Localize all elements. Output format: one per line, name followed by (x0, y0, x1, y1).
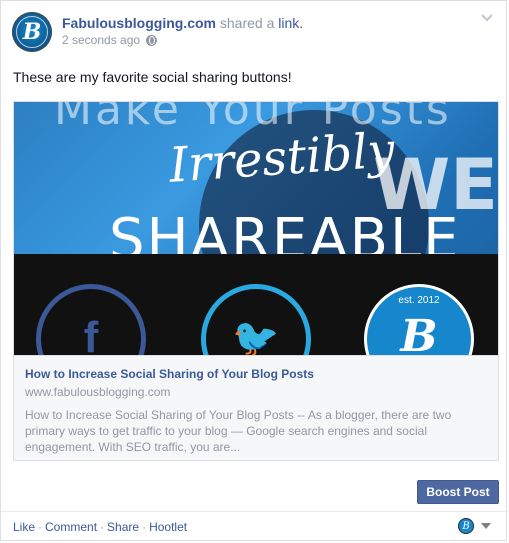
caret-down-icon[interactable] (481, 523, 491, 529)
boost-post-button[interactable]: Boost Post (417, 480, 499, 504)
share-link[interactable]: Share (107, 520, 139, 534)
post-card: B Fabulousblogging.com shared a link. 2 … (0, 0, 508, 541)
shared-link[interactable]: link. (278, 15, 303, 31)
avatar-logo-letter: B (22, 19, 42, 45)
comment-link[interactable]: Comment (45, 520, 97, 534)
post-meta: 2 seconds ago (62, 33, 158, 47)
like-link[interactable]: Like (13, 520, 35, 534)
preview-body[interactable]: How to Increase Social Sharing of Your B… (14, 355, 498, 460)
globe-icon[interactable] (146, 34, 158, 46)
preview-title[interactable]: How to Increase Social Sharing of Your B… (25, 367, 314, 381)
shared-text: shared a (219, 15, 275, 31)
preview-image[interactable]: Make Your Posts WE Irrestibly SHAREABLE … (14, 102, 498, 355)
post-header: Fabulousblogging.com shared a link. (62, 15, 303, 31)
timestamp-link[interactable]: 2 seconds ago (62, 33, 140, 47)
preview-description: How to Increase Social Sharing of Your B… (25, 408, 452, 454)
fabulousblogging-logo-icon: est. 2012 B (364, 284, 474, 355)
post-actions: Like · Comment · Share · Hootlet (13, 520, 188, 534)
hootlet-link[interactable]: Hootlet (149, 520, 187, 534)
divider (1, 511, 508, 512)
author-name-link[interactable]: Fabulousblogging.com (62, 15, 216, 31)
chevron-down-icon[interactable] (480, 13, 494, 23)
post-message: These are my favorite social sharing but… (13, 69, 292, 85)
author-avatar[interactable]: B (12, 12, 52, 52)
page-avatar-icon[interactable]: B (458, 518, 474, 534)
preview-domain: www.fabulousblogging.com (25, 385, 171, 399)
link-preview[interactable]: Make Your Posts WE Irrestibly SHAREABLE … (13, 101, 499, 461)
